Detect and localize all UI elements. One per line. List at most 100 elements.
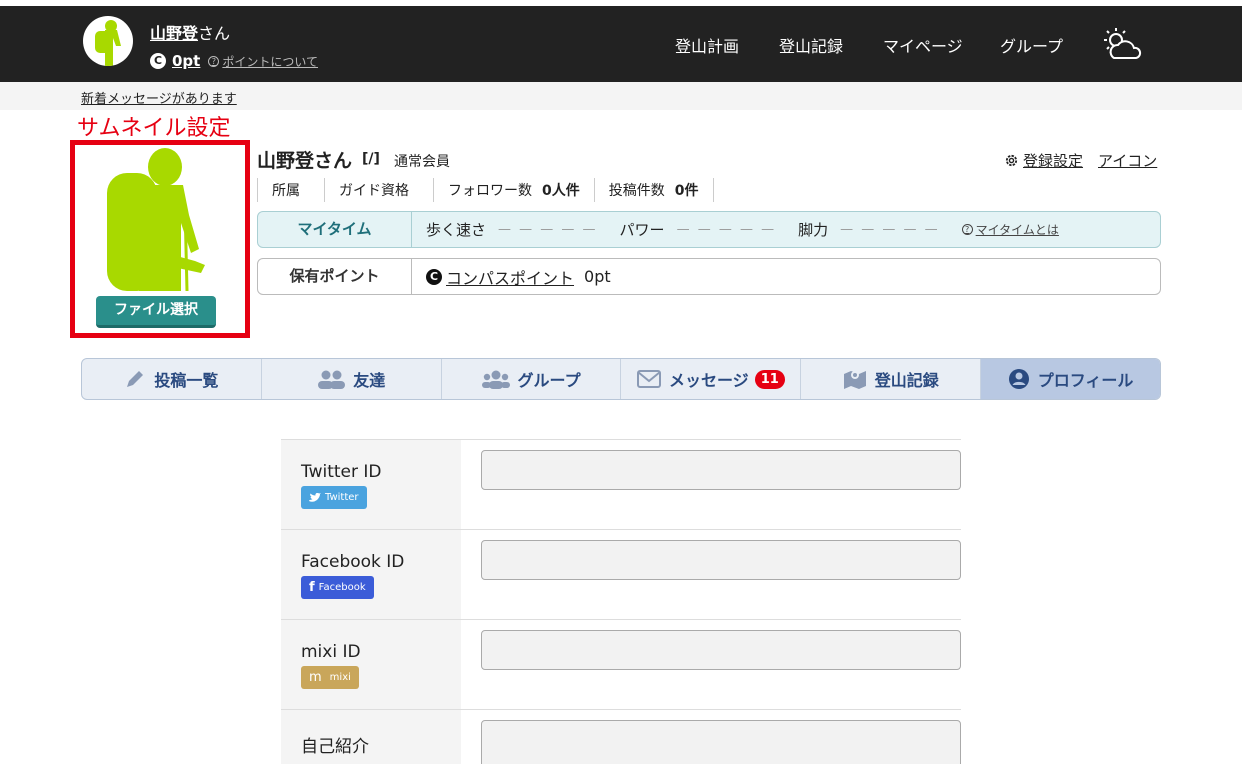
member-rank: 通常会員 [394, 154, 450, 170]
stat-label: フォロワー数 [448, 183, 532, 199]
points-about-link[interactable]: ? ポイントについて [208, 53, 318, 70]
tab-label: プロフィール [1037, 371, 1134, 390]
compass-coin-icon: C [150, 53, 166, 69]
stat-value: 0件 [674, 183, 699, 199]
mytime-about-label: マイタイムとは [975, 223, 1059, 237]
self-intro-label-cell: 自己紹介 [281, 710, 461, 764]
mytime-item-label: パワー [619, 221, 665, 239]
gear-icon [1005, 154, 1018, 167]
group-icon [481, 370, 510, 389]
weather-icon[interactable] [1100, 26, 1144, 64]
tab-profile[interactable]: プロフィール [981, 359, 1160, 399]
owned-points-head: 保有ポイント [258, 259, 412, 294]
new-message-link[interactable]: 新着メッセージがあります [81, 88, 237, 107]
map-icon [843, 371, 866, 389]
top-header: 山野登さん C 0pt ? ポイントについて 登山計画 登山記録 マイページ グル… [0, 6, 1242, 82]
pencil-icon [127, 371, 144, 387]
registration-settings-link[interactable]: 登録設定 [1004, 150, 1083, 171]
mytime-walking-speed: 歩く速さ — — — — — [426, 219, 598, 240]
self-intro-label: 自己紹介 [301, 737, 369, 757]
tab-label: 友達 [353, 371, 386, 390]
mixi-row: mixi ID m mixi [281, 620, 961, 710]
header-user-suffix: さん [198, 24, 231, 43]
icon-link[interactable]: アイコン [1098, 150, 1157, 171]
points-about-label: ポイントについて [222, 54, 319, 69]
file-select-button[interactable]: ファイル選択 [96, 296, 216, 328]
twitter-id-input[interactable] [481, 450, 961, 490]
mixi-badge: m mixi [301, 666, 359, 689]
mytime-item-label: 脚力 [798, 221, 829, 239]
self-intro-input-cell [461, 710, 961, 764]
profile-slash: [/] [362, 151, 380, 167]
hiker-silhouette-icon [95, 20, 121, 66]
twitter-label: Twitter ID [301, 462, 382, 482]
mytime-dashes: — — — — — [840, 222, 940, 237]
header-user-name-link[interactable]: 山野登 [150, 24, 198, 43]
mytime-head: マイタイム [258, 212, 412, 247]
owned-points-number: 0pt [584, 267, 611, 286]
tab-label: グループ [517, 371, 581, 390]
facebook-row: Facebook ID f Facebook [281, 530, 961, 620]
self-intro-row: 自己紹介 [281, 710, 961, 764]
owned-points-row: 保有ポイント C コンパスポイント 0pt [257, 258, 1161, 295]
tab-posts[interactable]: 投稿一覧 [82, 359, 262, 399]
twitter-row: Twitter ID Twitter [281, 440, 961, 530]
question-icon: ? [961, 224, 973, 235]
twitter-badge: Twitter [301, 486, 367, 509]
avatar[interactable] [83, 16, 133, 66]
twitter-input-cell [461, 440, 961, 529]
facebook-input-cell [461, 530, 961, 619]
user-circle-icon [1008, 369, 1029, 389]
tab-label: 登山記録 [874, 371, 939, 390]
header-user-name: 山野登さん [150, 20, 230, 44]
tab-group[interactable]: グループ [442, 359, 622, 399]
mytime-row: マイタイム 歩く速さ — — — — — パワー — — — — — 脚力 — — —… [257, 211, 1161, 248]
header-points-link[interactable]: 0pt [172, 52, 200, 70]
mytime-about-link[interactable]: ? マイタイムとは [961, 221, 1059, 238]
facebook-id-input[interactable] [481, 540, 961, 580]
mixi-label-cell: mixi ID m mixi [281, 620, 461, 709]
owned-points-value: C コンパスポイント 0pt [426, 265, 611, 289]
facebook-f-icon: f [309, 580, 315, 595]
tab-climb-records[interactable]: 登山記録 [801, 359, 982, 399]
registration-settings-label: 登録設定 [1023, 152, 1084, 170]
self-intro-input[interactable] [481, 720, 961, 764]
mixi-input-cell [461, 620, 961, 709]
facebook-badge-label: Facebook [318, 582, 366, 593]
twitter-badge-label: Twitter [325, 492, 359, 503]
mytime-leg-strength: 脚力 — — — — — [798, 219, 940, 240]
header-points: C 0pt ? ポイントについて [150, 52, 318, 70]
tab-friends[interactable]: 友達 [262, 359, 442, 399]
tab-messages[interactable]: メッセージ 11 [621, 359, 802, 399]
message-bar: 新着メッセージがあります [0, 82, 1242, 110]
nav-group[interactable]: グループ [1000, 33, 1063, 57]
stat-label: ガイド資格 [339, 183, 409, 199]
compass-coin-icon: C [426, 268, 442, 285]
nav-mypage[interactable]: マイページ [883, 33, 963, 57]
nav-climb-plan[interactable]: 登山計画 [675, 33, 739, 57]
mixi-label: mixi ID [301, 642, 361, 662]
profile-tabs: 投稿一覧 友達 グループ メッセージ 11 登山記録 プロフィール [81, 358, 1161, 400]
nav-climb-record[interactable]: 登山記録 [779, 33, 843, 57]
message-count-badge: 11 [754, 369, 785, 389]
facebook-badge: f Facebook [301, 576, 374, 599]
mytime-dashes: — — — — — [498, 222, 598, 237]
mixi-badge-label: mixi [329, 672, 351, 683]
stat-followers: フォロワー数 0人件 [433, 178, 594, 202]
facebook-label-cell: Facebook ID f Facebook [281, 530, 461, 619]
mytime-power: パワー — — — — — [620, 219, 777, 240]
mixi-id-input[interactable] [481, 630, 961, 670]
profile-name: 山野登さん [257, 150, 353, 172]
facebook-label: Facebook ID [301, 552, 405, 572]
mail-icon [637, 370, 661, 388]
profile-stats: 所属 ガイド資格 フォロワー数 0人件 投稿件数 0件 [257, 178, 714, 202]
thumbnail-setting-label: サムネイル設定 [77, 116, 231, 141]
stat-value: 0人件 [542, 183, 580, 199]
stat-posts: 投稿件数 0件 [593, 178, 714, 202]
stat-affiliation: 所属 [257, 178, 324, 202]
mixi-m-icon: m [309, 670, 322, 685]
compass-points-link[interactable]: コンパスポイント [446, 265, 574, 289]
mytime-dashes: — — — — — [676, 222, 777, 237]
mytime-item-label: 歩く速さ [426, 221, 487, 239]
profile-form: Twitter ID Twitter Facebook ID f Faceboo… [281, 439, 961, 764]
